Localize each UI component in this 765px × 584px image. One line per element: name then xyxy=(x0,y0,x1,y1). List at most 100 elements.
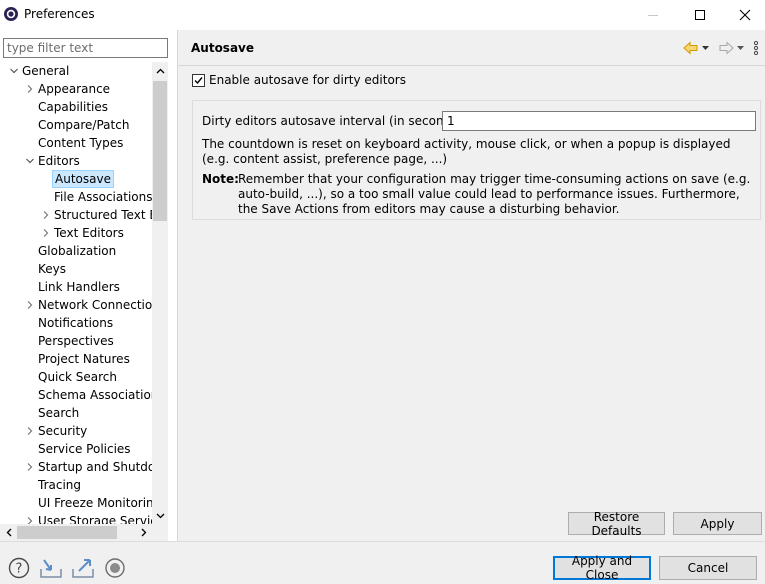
eclipse-app-icon xyxy=(3,6,19,22)
tree-item-label: Structured Text Ec xyxy=(54,208,152,222)
tree-item-label: Search xyxy=(38,406,80,420)
tree-item[interactable]: Network Connection xyxy=(0,296,152,314)
tree-item-label: Compare/Patch xyxy=(38,118,130,132)
page-header: Autosave xyxy=(178,30,765,65)
forward-arrow-icon[interactable] xyxy=(718,41,734,55)
header-separator xyxy=(178,65,765,66)
scroll-down-arrow-icon[interactable] xyxy=(152,507,168,524)
tree-item[interactable]: Security xyxy=(0,422,152,440)
tree-item[interactable]: Text Editors xyxy=(0,224,152,242)
back-arrow-icon[interactable] xyxy=(683,41,699,55)
tree-item[interactable]: Link Handlers xyxy=(0,278,152,296)
tree-item-label: Content Types xyxy=(38,136,124,150)
tree-item[interactable]: Startup and Shutdow xyxy=(0,458,152,476)
tree-item[interactable]: Schema Associations xyxy=(0,386,152,404)
tree-vertical-scrollbar[interactable] xyxy=(152,62,168,524)
tree-item[interactable]: Search xyxy=(0,404,152,422)
tree-item-label: Service Policies xyxy=(38,442,131,456)
tree-item[interactable]: General xyxy=(0,62,152,80)
apply-and-close-button[interactable]: Apply and Close xyxy=(553,554,651,582)
tree-item-label: Editors xyxy=(38,154,80,168)
enable-autosave-label: Enable autosave for dirty editors xyxy=(209,73,406,87)
chevron-right-icon[interactable] xyxy=(24,299,36,311)
apply-button[interactable]: Apply xyxy=(673,512,762,535)
preference-tree[interactable]: General Appearance Capabilities Compare/Pat… xyxy=(0,62,152,524)
record-icon[interactable] xyxy=(103,556,127,580)
tree-item[interactable]: Service Policies xyxy=(0,440,152,458)
tree-item[interactable]: Notifications xyxy=(0,314,152,332)
tree-item[interactable]: Perspectives xyxy=(0,332,152,350)
enable-autosave-option[interactable]: Enable autosave for dirty editors xyxy=(192,72,406,88)
tree-item[interactable]: File Associations xyxy=(0,188,152,206)
countdown-description: The countdown is reset on keyboard activ… xyxy=(202,137,731,166)
tree-item-label: Quick Search xyxy=(38,370,117,384)
close-button[interactable] xyxy=(722,0,765,30)
interval-group: Dirty editors autosave interval (in seco… xyxy=(192,100,761,220)
tree-horizontal-scrollbar[interactable] xyxy=(0,524,152,541)
tree-item[interactable]: Capabilities xyxy=(0,98,152,116)
tree-item[interactable]: User Storage Service xyxy=(0,512,152,524)
view-menu-icon[interactable] xyxy=(753,41,759,55)
tree-item-label: Perspectives xyxy=(38,334,114,348)
cancel-button[interactable]: Cancel xyxy=(659,556,757,580)
scroll-thumb[interactable] xyxy=(17,526,117,539)
interval-field[interactable] xyxy=(442,111,756,131)
tree-item-label: Globalization xyxy=(38,244,117,258)
back-dropdown-icon[interactable] xyxy=(701,45,710,51)
tree-item-label: Link Handlers xyxy=(38,280,120,294)
tree-item-label: Notifications xyxy=(38,316,114,330)
tree-item-label: Schema Associations xyxy=(38,388,152,402)
tree-item[interactable]: Structured Text Ec xyxy=(0,206,152,224)
chevron-down-icon[interactable] xyxy=(24,155,36,167)
note-text: Remember that your configuration may tri… xyxy=(238,172,751,216)
tree-item-label: Appearance xyxy=(38,82,111,96)
chevron-right-icon[interactable] xyxy=(24,461,36,473)
tree-item-label: Startup and Shutdow xyxy=(38,460,152,474)
tree-item[interactable]: Globalization xyxy=(0,242,152,260)
tree-item[interactable]: Keys xyxy=(0,260,152,278)
forward-dropdown-icon[interactable] xyxy=(736,45,745,51)
tree-item-label: File Associations xyxy=(54,190,152,204)
tree-item-label: Capabilities xyxy=(38,100,108,114)
chevron-down-icon[interactable] xyxy=(8,65,20,77)
chevron-right-icon[interactable] xyxy=(24,425,36,437)
minimize-button[interactable] xyxy=(630,0,675,30)
tree-item[interactable]: Appearance xyxy=(0,80,152,98)
tree-item[interactable]: Autosave xyxy=(0,170,152,188)
scroll-left-arrow-icon[interactable] xyxy=(0,524,17,541)
note-label: Note: xyxy=(202,172,239,186)
scroll-thumb[interactable] xyxy=(153,81,167,221)
import-icon[interactable] xyxy=(39,556,63,580)
tree-item[interactable]: Tracing xyxy=(0,476,152,494)
tree-item[interactable]: UI Freeze Monitoring xyxy=(0,494,152,512)
page-navigation xyxy=(683,40,759,56)
tree-item[interactable]: Compare/Patch xyxy=(0,116,152,134)
chevron-right-icon[interactable] xyxy=(24,83,36,95)
tree-item-label: Network Connection xyxy=(38,298,152,312)
filter-input[interactable] xyxy=(3,38,168,58)
tree-item-label: Security xyxy=(38,424,88,438)
scroll-right-arrow-icon[interactable] xyxy=(135,524,152,541)
window-title: Preferences xyxy=(24,7,95,21)
svg-text:?: ? xyxy=(16,562,23,577)
tree-item-label: Autosave xyxy=(52,170,114,188)
tree-item-label: Tracing xyxy=(38,478,82,492)
tree-item[interactable]: Editors xyxy=(0,152,152,170)
preference-page: Autosave Enable autosave for dirty edito… xyxy=(178,30,765,541)
export-icon[interactable] xyxy=(71,556,95,580)
tree-item-label: Text Editors xyxy=(54,226,124,240)
help-icon[interactable]: ? xyxy=(7,556,31,580)
tree-item-label: User Storage Service xyxy=(38,514,152,524)
tree-item[interactable]: Quick Search xyxy=(0,368,152,386)
tree-item[interactable]: Content Types xyxy=(0,134,152,152)
tree-item-label: Keys xyxy=(38,262,67,276)
restore-defaults-button[interactable]: Restore Defaults xyxy=(568,510,665,538)
chevron-right-icon[interactable] xyxy=(24,515,36,524)
tree-item[interactable]: Project Natures xyxy=(0,350,152,368)
tree-item-label: UI Freeze Monitoring xyxy=(38,496,152,510)
chevron-right-icon[interactable] xyxy=(40,209,52,221)
scroll-up-arrow-icon[interactable] xyxy=(152,62,168,79)
chevron-right-icon[interactable] xyxy=(40,227,52,239)
enable-autosave-checkbox[interactable] xyxy=(192,73,205,87)
maximize-button[interactable] xyxy=(677,0,722,30)
